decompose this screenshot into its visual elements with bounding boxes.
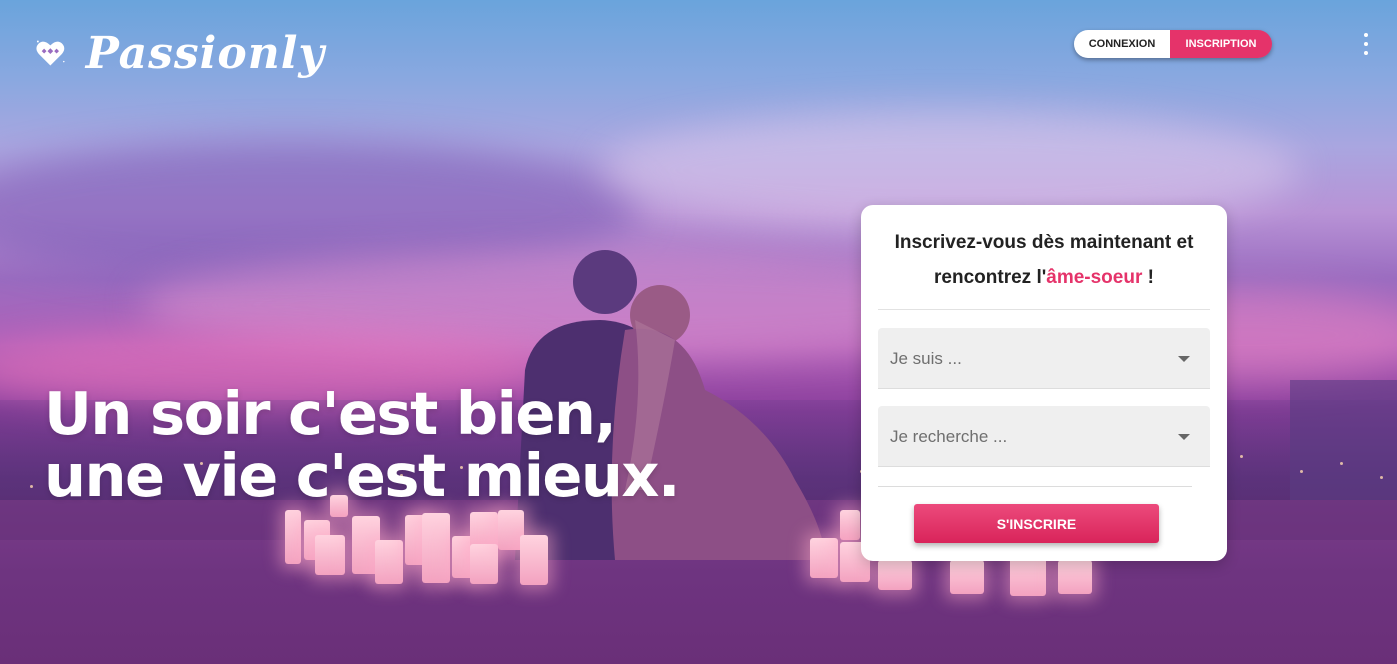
auth-toggle: CONNEXION INSCRIPTION [1074,30,1272,58]
seeking-select[interactable]: Je recherche ... [878,406,1210,467]
title-suffix: ! [1142,267,1154,288]
gender-select[interactable]: Je suis ... [878,328,1210,389]
signup-card: Inscrivez-vous dès maintenant et rencont… [861,205,1227,561]
seeking-select-label: Je recherche ... [890,427,1008,446]
hero-headline: Un soir c'est bien, une vie c'est mieux. [44,379,680,510]
hero-line-2: une vie c'est mieux. [44,441,680,510]
kebab-menu-icon[interactable] [1356,33,1376,55]
brand-name: Passionly [85,27,325,79]
signup-submit-button[interactable]: S'INSCRIRE [914,504,1159,543]
heart-logo-icon [36,40,65,66]
divider [878,309,1210,310]
chevron-down-icon [1178,434,1190,440]
title-accent: âme-soeur [1046,267,1143,288]
divider [878,486,1192,487]
signup-card-title: Inscrivez-vous dès maintenant et rencont… [861,225,1227,295]
hero-line-1: Un soir c'est bien, [44,379,617,448]
gender-select-label: Je suis ... [890,349,962,368]
brand-logo[interactable]: Passionly [35,18,325,88]
login-button[interactable]: CONNEXION [1074,30,1170,58]
building [1290,380,1397,510]
signup-nav-button[interactable]: INSCRIPTION [1170,30,1272,58]
chevron-down-icon [1178,356,1190,362]
